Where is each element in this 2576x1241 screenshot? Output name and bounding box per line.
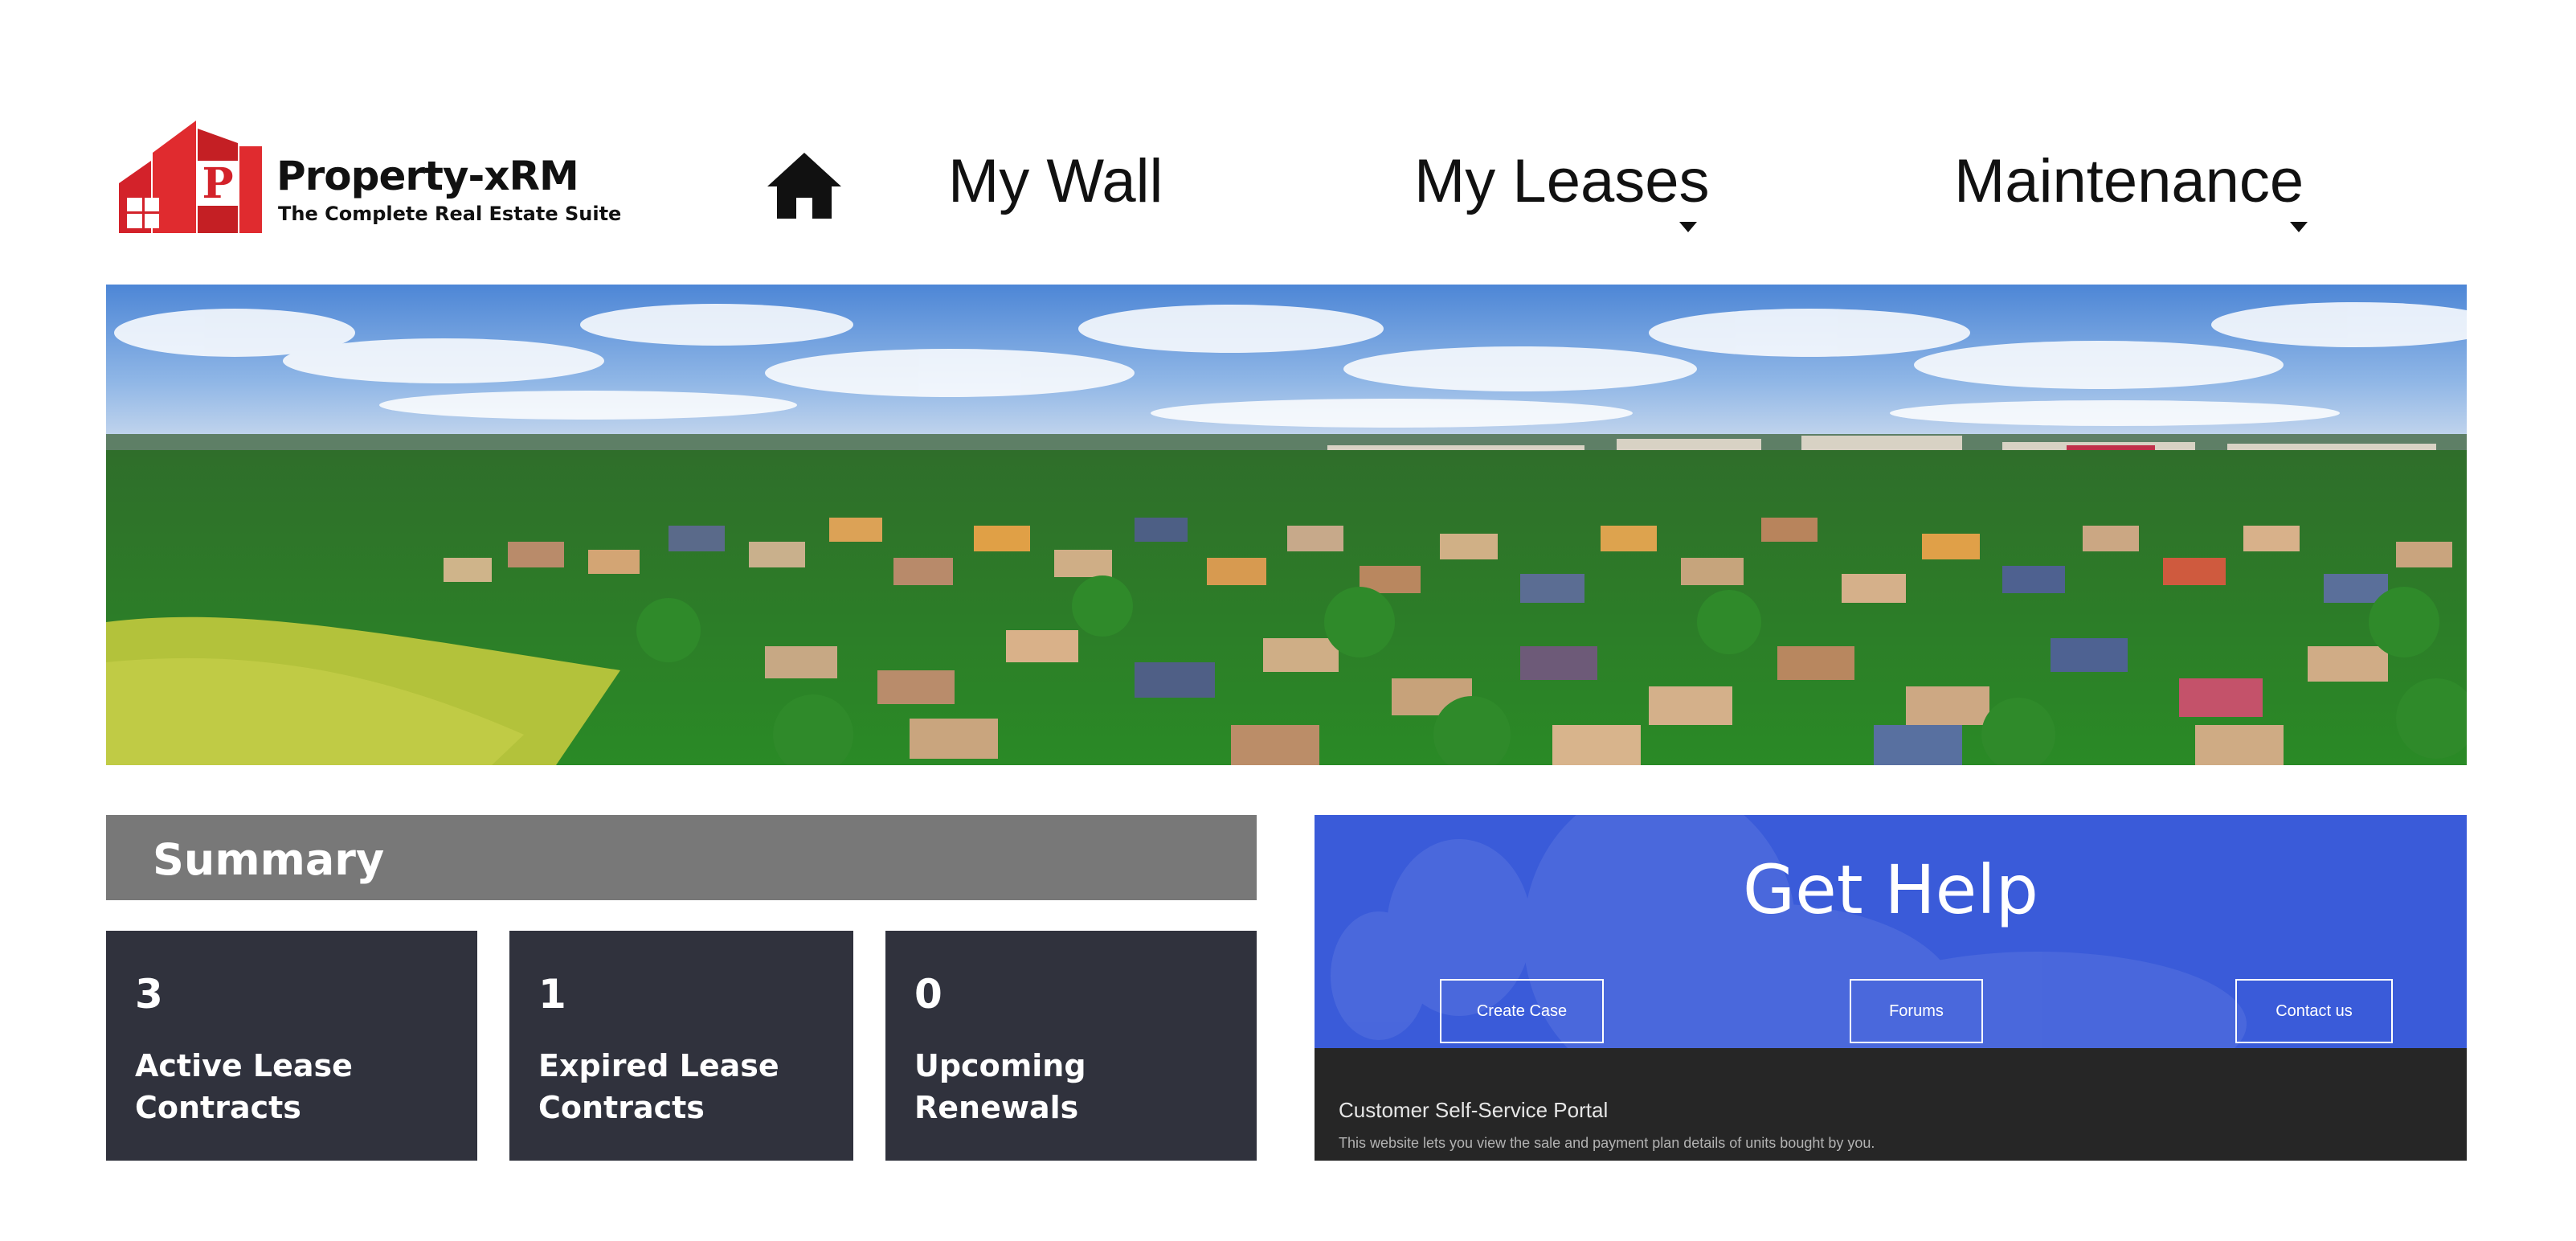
nav-my-leases[interactable]: My Leases — [1414, 151, 1710, 212]
get-help-banner: Get Help Create Case Forums Contact us — [1315, 815, 2467, 1048]
contact-us-button[interactable]: Contact us — [2235, 979, 2393, 1043]
forums-button[interactable]: Forums — [1850, 979, 1983, 1043]
brand-logo[interactable]: P Property-xRM The Complete Real Estate … — [119, 121, 621, 233]
portal-title: Customer Self-Service Portal — [1339, 1098, 1609, 1122]
chevron-down-icon[interactable] — [1679, 222, 1697, 232]
home-icon[interactable] — [767, 153, 841, 219]
tile-count: 0 — [914, 971, 942, 1018]
nav-maintenance[interactable]: Maintenance — [1954, 151, 2304, 212]
tile-expired-lease-contracts[interactable]: 1 Expired Lease Contracts — [509, 931, 853, 1161]
portal-info: Customer Self-Service Portal This websit… — [1315, 1048, 2467, 1161]
tile-count: 3 — [135, 971, 163, 1018]
hero-banner-image — [106, 285, 2467, 765]
get-help-title: Get Help — [1743, 850, 2038, 929]
nav-my-wall[interactable]: My Wall — [948, 151, 1163, 212]
tile-label: Expired Lease Contracts — [538, 1048, 779, 1125]
building-logo-icon: P — [119, 121, 262, 233]
create-case-button[interactable]: Create Case — [1440, 979, 1604, 1043]
tile-label: Upcoming Renewals — [914, 1048, 1086, 1125]
tile-upcoming-renewals[interactable]: 0 Upcoming Renewals — [885, 931, 1257, 1161]
summary-header: Summary — [106, 815, 1257, 900]
get-help-panel: Get Help Create Case Forums Contact us C… — [1315, 815, 2467, 1161]
summary-title: Summary — [153, 834, 385, 885]
tile-label: Active Lease Contracts — [135, 1048, 353, 1125]
tile-count: 1 — [538, 971, 566, 1018]
svg-text:P: P — [202, 159, 233, 208]
tile-active-lease-contracts[interactable]: 3 Active Lease Contracts — [106, 931, 477, 1161]
portal-description: This website lets you view the sale and … — [1339, 1135, 1875, 1151]
chevron-down-icon[interactable] — [2290, 222, 2308, 232]
brand-name: Property-xRM — [276, 153, 579, 199]
brand-tagline: The Complete Real Estate Suite — [278, 203, 622, 225]
